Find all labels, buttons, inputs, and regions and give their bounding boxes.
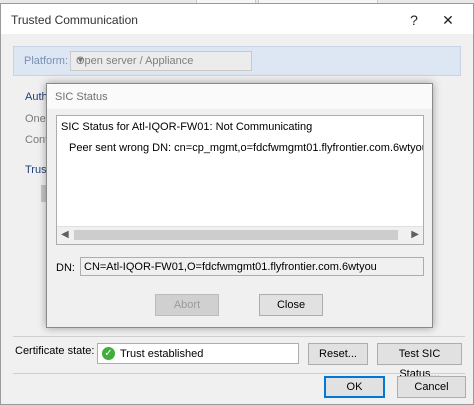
close-button[interactable]: Close	[259, 294, 323, 316]
platform-select[interactable]: Open server / Appliance ▼	[70, 51, 252, 71]
dn-label: DN:	[56, 262, 75, 274]
certificate-state-label: Certificate state:	[15, 345, 95, 357]
close-icon[interactable]: ✕	[433, 9, 463, 31]
sic-status-line: SIC Status for Atl-IQOR-FW01: Not Commun…	[61, 121, 313, 133]
help-button[interactable]: ?	[399, 9, 429, 31]
check-circle-icon: ✓	[102, 347, 115, 360]
sic-status-dialog: SIC Status SIC Status for Atl-IQOR-FW01:…	[46, 83, 433, 328]
platform-label: Platform:	[24, 55, 69, 67]
reset-button[interactable]: Reset...	[308, 343, 368, 365]
dialog-title: SIC Status	[55, 91, 108, 103]
dn-value: CN=Atl-IQOR-FW01,O=fdcfwmgmt01.flyfronti…	[84, 261, 377, 273]
cancel-button[interactable]: Cancel	[397, 376, 466, 398]
scroll-left-icon[interactable]: ◀	[61, 229, 69, 240]
dn-field[interactable]: CN=Atl-IQOR-FW01,O=fdcfwmgmt01.flyfronti…	[80, 257, 424, 276]
platform-bar: Platform: Open server / Appliance ▼	[13, 46, 461, 76]
window-title: Trusted Communication	[11, 13, 138, 27]
title-bar: Trusted Communication ? ✕	[1, 4, 473, 34]
scrollbar-thumb[interactable]	[74, 230, 398, 240]
abort-button[interactable]: Abort	[155, 294, 219, 316]
test-sic-status-button[interactable]: Test SIC Status...	[377, 343, 462, 380]
ok-button[interactable]: OK	[324, 376, 385, 398]
certificate-state-value: Trust established	[120, 348, 204, 360]
chevron-down-icon: ▼	[76, 55, 85, 65]
sic-detail-line: Peer sent wrong DN: cn=cp_mgmt,o=fdcfwmg…	[69, 142, 424, 154]
sic-status-textbox[interactable]: SIC Status for Atl-IQOR-FW01: Not Commun…	[56, 115, 424, 245]
scroll-right-icon[interactable]: ▶	[411, 229, 419, 240]
horizontal-scrollbar[interactable]: ◀ ▶	[57, 226, 423, 244]
certificate-state-field: ✓ Trust established	[97, 343, 299, 364]
